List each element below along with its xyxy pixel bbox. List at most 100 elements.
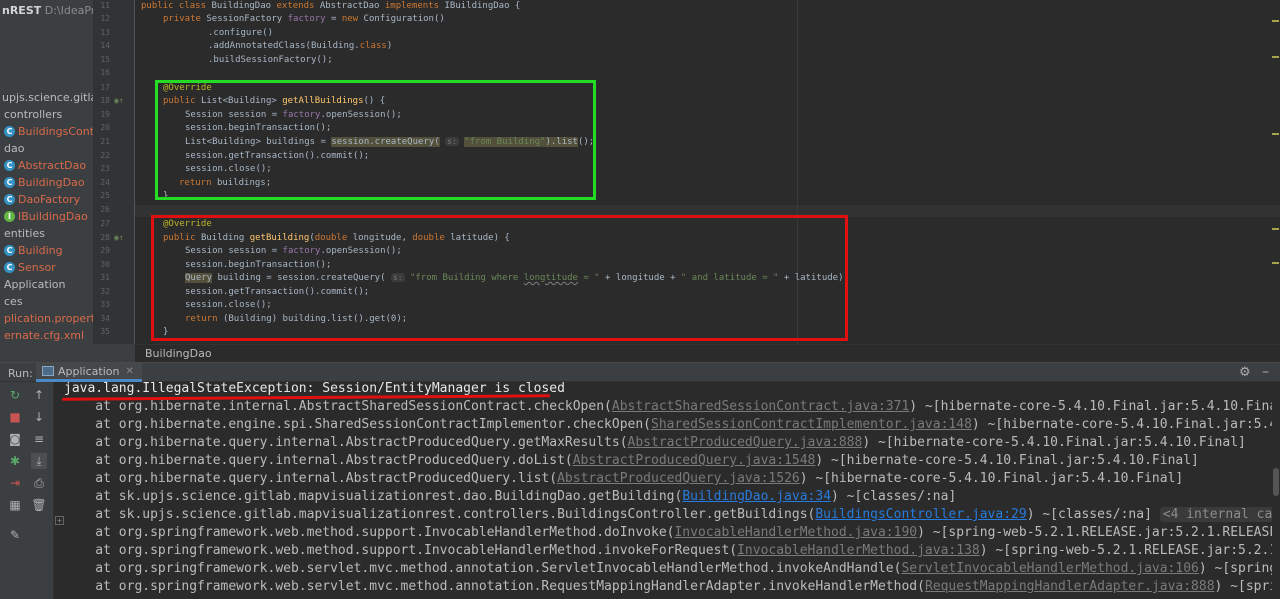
restore-layout-icon[interactable]: ▦	[7, 497, 23, 513]
tree-item[interactable]: Application	[0, 276, 93, 293]
line-number: 27	[100, 219, 110, 228]
stack-trace-line: at org.springframework.web.method.suppor…	[64, 543, 1280, 558]
internal-calls-fold[interactable]: <4 internal calls>	[1159, 507, 1280, 522]
project-sidebar: nREST D:\IdeaProje upjs.science.gitlab.m…	[0, 0, 94, 362]
source-link[interactable]: BuildingsController.java:29	[815, 507, 1026, 522]
line-number: 24	[100, 178, 110, 187]
source-link[interactable]: SharedSessionContractImplementor.java:14…	[651, 417, 972, 432]
tree-item[interactable]: upjs.science.gitlab.ma	[0, 89, 93, 106]
line-number: 19	[100, 110, 110, 119]
editor-error-stripe[interactable]	[1270, 0, 1280, 344]
tree-item[interactable]: C Sensor	[0, 259, 93, 276]
rerun-icon[interactable]: ↻	[7, 387, 23, 403]
code-line-13: .configure()	[208, 28, 274, 38]
tree-item-label: Application	[4, 278, 66, 291]
line-number: 32	[100, 287, 110, 296]
breadcrumb[interactable]: BuildingDao	[135, 344, 1280, 362]
highlight-box-green	[155, 80, 596, 200]
line-number: 21	[100, 137, 110, 146]
line-number: 16	[100, 68, 110, 77]
source-link[interactable]: AbstractProducedQuery.java:1548	[573, 453, 816, 468]
breadcrumb-spacer	[0, 344, 135, 362]
stack-trace-line: at sk.upjs.science.gitlab.mapvisualizati…	[64, 506, 1280, 524]
console-scrollbar[interactable]	[1272, 382, 1280, 599]
source-link[interactable]: ServletInvocableHandlerMethod.java:106	[901, 561, 1198, 576]
tree-item-label: DaoFactory	[18, 193, 81, 206]
class-icon: C	[4, 194, 15, 205]
override-marker-icon[interactable]: ◉↑	[114, 96, 124, 105]
tree-item-label: upjs.science.gitlab.ma	[2, 91, 93, 104]
fold-plus-icon[interactable]: +	[55, 516, 64, 525]
project-tree: upjs.science.gitlab.macontrollersCBuildi…	[0, 89, 93, 344]
camera-icon[interactable]: ◙	[7, 431, 23, 447]
source-link[interactable]: RequestMappingHandlerAdapter.java:888	[925, 579, 1215, 594]
source-link[interactable]: InvocableHandlerMethod.java:138	[737, 543, 980, 558]
trash-icon[interactable]: 🗑	[31, 497, 47, 513]
tree-item[interactable]: I IBuildingDao	[0, 208, 93, 225]
stop-icon[interactable]: ■	[7, 409, 23, 425]
arrow-up-icon[interactable]: ↑	[31, 387, 47, 403]
source-link[interactable]: AbstractProducedQuery.java:1526	[557, 471, 800, 486]
class-icon: C	[4, 126, 15, 137]
minimize-icon[interactable]: –	[1262, 365, 1269, 380]
gear-icon[interactable]: ⚙	[1239, 365, 1251, 380]
tree-item[interactable]: C BuildingDao	[0, 174, 93, 191]
close-icon[interactable]: ✕	[125, 366, 133, 377]
code-editor[interactable]: public class BuildingDao extends Abstrac…	[135, 0, 1280, 344]
line-number: 29	[100, 246, 110, 255]
source-link[interactable]: InvocableHandlerMethod.java:190	[674, 525, 917, 540]
line-number: 30	[100, 260, 110, 269]
tree-item-label: Building	[18, 244, 63, 257]
class-icon: C	[4, 177, 15, 188]
tree-item[interactable]: dao	[0, 140, 93, 157]
line-number: 20	[100, 123, 110, 132]
source-link[interactable]: AbstractProducedQuery.java:888	[628, 435, 863, 450]
breadcrumb-class[interactable]: BuildingDao	[145, 347, 212, 360]
tree-item[interactable]: controllers	[0, 106, 93, 123]
arrow-down-icon[interactable]: ↓	[31, 409, 47, 425]
override-marker-icon[interactable]: ◉↑	[114, 233, 124, 242]
code-line-14: .addAnnotatedClass(Building.class)	[208, 41, 393, 51]
source-link[interactable]: BuildingDao.java:34	[682, 489, 831, 504]
line-number: 28	[100, 233, 110, 242]
line-number: 33	[100, 300, 110, 309]
code-line-11: public class BuildingDao extends Abstrac…	[141, 1, 521, 11]
tree-item[interactable]: ernate.cfg.xml	[0, 327, 93, 344]
tree-item-label: BuildingDao	[18, 176, 85, 189]
tree-item[interactable]: plication.properties	[0, 310, 93, 327]
line-number: 17	[100, 83, 110, 92]
tree-item-label: IBuildingDao	[18, 210, 88, 223]
line-number: 25	[100, 191, 110, 200]
editor-gutter: 11 12 13 14 15 16 17 18 19 20 21 22 23 24 25 26 27 28 29 30…	[94, 0, 135, 344]
tree-item[interactable]: CBuildingsControl	[0, 123, 93, 140]
tree-item[interactable]: entities	[0, 225, 93, 242]
exit-icon[interactable]: ⇥	[7, 475, 23, 491]
line-number: 31	[100, 273, 110, 282]
tree-item[interactable]: C AbstractDao	[0, 157, 93, 174]
line-number: 23	[100, 164, 110, 173]
line-number: 26	[100, 205, 110, 214]
source-link[interactable]: AbstractSharedSessionContract.java:371	[612, 399, 909, 414]
line-number: 14	[100, 41, 110, 50]
tree-item[interactable]: C Building	[0, 242, 93, 259]
scroll-to-end-icon[interactable]: ⤓	[31, 453, 47, 469]
project-name: nREST	[2, 4, 42, 17]
application-run-icon	[42, 366, 54, 376]
soft-wrap-icon[interactable]: ≡	[31, 431, 47, 447]
run-tool-window-header: Run: Application ✕ ⚙ –	[0, 362, 1280, 382]
pin-icon[interactable]: ✎	[7, 527, 23, 543]
class-icon: C	[4, 160, 15, 171]
print-icon[interactable]: ⎙	[31, 475, 47, 491]
interface-icon: I	[4, 211, 15, 222]
tree-item[interactable]: ces	[0, 293, 93, 310]
stack-trace-line: at org.springframework.web.servlet.mvc.m…	[64, 561, 1280, 576]
tree-item[interactable]: C DaoFactory	[0, 191, 93, 208]
tree-item-label: controllers	[4, 108, 63, 121]
stack-trace-line: at org.springframework.web.servlet.mvc.m…	[64, 579, 1280, 594]
code-line-15: .buildSessionFactory();	[208, 55, 333, 65]
console-output[interactable]: java.lang.IllegalStateException: Session…	[54, 382, 1280, 599]
debug-bug-icon[interactable]: ✱	[7, 453, 23, 469]
line-number: 11	[100, 1, 110, 10]
tab-application[interactable]: Application ✕	[36, 363, 142, 382]
project-header[interactable]: nREST D:\IdeaProje	[2, 4, 93, 17]
